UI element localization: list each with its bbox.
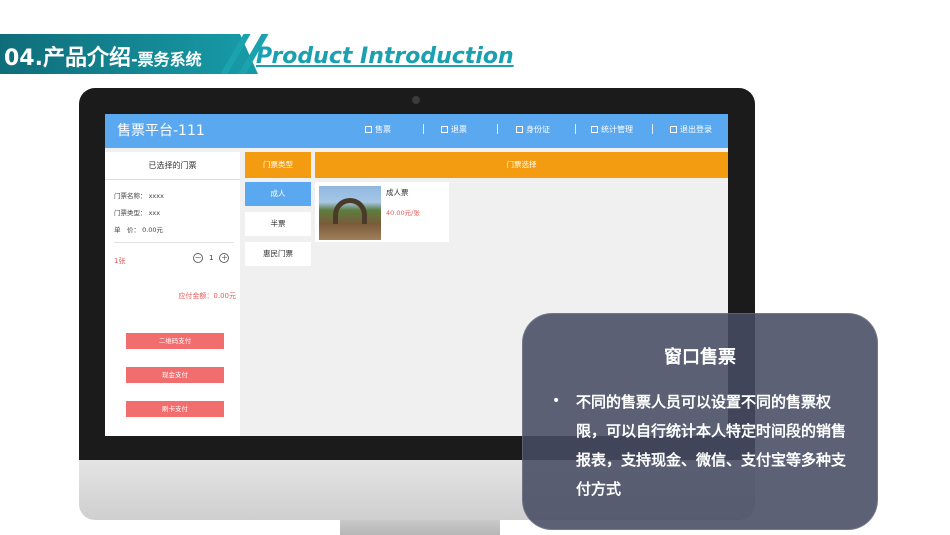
refund-icon	[441, 126, 448, 133]
nav-label: 统计管理	[601, 125, 633, 134]
app-title: 售票平台-111	[117, 123, 205, 139]
divider	[114, 242, 234, 243]
nav-separator	[575, 124, 576, 134]
unit-price-value: 0.00元	[142, 226, 164, 234]
park-gate-image	[319, 186, 381, 240]
feature-callout: 窗口售票 • 不同的售票人员可以设置不同的售票权限，可以自行统计本人特定时间段的…	[522, 313, 878, 530]
logout-icon	[670, 126, 677, 133]
ticket-card[interactable]: 成人票 40.00元/张	[315, 182, 449, 242]
ticket-name-row: 门票名称： xxxx	[114, 190, 164, 200]
ticket-type-half[interactable]: 半票	[245, 212, 311, 236]
slide-title: 04.产品介绍-票务系统	[4, 40, 202, 72]
nav-separator	[423, 124, 424, 134]
slide-title-main: 04.产品介绍	[4, 46, 131, 71]
nav-item-statistics[interactable]: 统计管理	[591, 124, 633, 135]
bullet-icon: •	[552, 393, 561, 409]
unit-price-row: 单 价： 0.00元	[114, 224, 163, 234]
amount-due: 应付金额：0.00元	[178, 292, 236, 300]
chart-icon	[591, 126, 598, 133]
callout-title: 窗口售票	[664, 347, 736, 368]
qr-pay-button[interactable]: 二维码支付	[126, 333, 224, 349]
slide-title-english: Product Introduction	[256, 44, 514, 69]
nav-label: 退出登录	[680, 125, 712, 134]
ticket-selection-heading: 门票选择	[315, 152, 728, 178]
ticket-card-name: 成人票	[386, 188, 409, 197]
ticket-quantity: 1张	[114, 257, 126, 265]
nav-label: 售票	[375, 125, 391, 134]
ticket-card-price: 40.00元/张	[386, 209, 420, 217]
nav-item-refund[interactable]: 退票	[441, 124, 467, 135]
id-card-icon	[516, 126, 523, 133]
nav-label: 退票	[451, 125, 467, 134]
ticket-type-adult[interactable]: 成人	[245, 182, 311, 206]
ticket-icon	[365, 126, 372, 133]
selected-ticket-panel: 已选择的门票 门票名称： xxxx 门票类型： xxx 单 价： 0.00元 1…	[105, 152, 240, 436]
monitor-stand	[340, 520, 500, 535]
ticket-type-value: xxx	[148, 209, 161, 217]
ticket-type-label: 门票类型：	[114, 209, 147, 217]
plus-icon[interactable]: +	[219, 253, 230, 263]
slide-title-sub: -票务系统	[130, 50, 202, 69]
callout-body: 不同的售票人员可以设置不同的售票权限，可以自行统计本人特定时间段的销售报表，支持…	[576, 393, 847, 498]
ticket-type-heading: 门票类型	[245, 152, 311, 178]
minus-icon[interactable]: −	[193, 253, 203, 263]
ticket-type-row: 门票类型： xxx	[114, 207, 160, 217]
ticket-type-discount[interactable]: 惠民门票	[245, 242, 311, 266]
selected-ticket-heading: 已选择的门票	[105, 152, 240, 180]
ticket-name-label: 门票名称：	[114, 192, 147, 200]
nav-label: 身份证	[526, 125, 550, 134]
nav-item-sell[interactable]: 售票	[365, 124, 391, 135]
nav-item-logout[interactable]: 退出登录	[670, 124, 712, 135]
unit-price-label: 单 价：	[114, 226, 140, 234]
gate-arch	[333, 198, 367, 224]
nav-separator	[497, 124, 498, 134]
quantity-stepper: − 1 +	[193, 253, 230, 263]
camera-icon	[412, 96, 420, 104]
card-pay-button[interactable]: 刷卡支付	[126, 401, 224, 417]
nav-separator	[652, 124, 653, 134]
stepper-value: 1	[209, 254, 214, 262]
ticket-name-value: xxxx	[148, 192, 164, 200]
nav-item-id-card[interactable]: 身份证	[516, 124, 550, 135]
app-header: 售票平台-111 售票 退票 身份证 统计管理 退出登录	[105, 114, 728, 148]
cash-pay-button[interactable]: 现金支付	[126, 367, 224, 383]
